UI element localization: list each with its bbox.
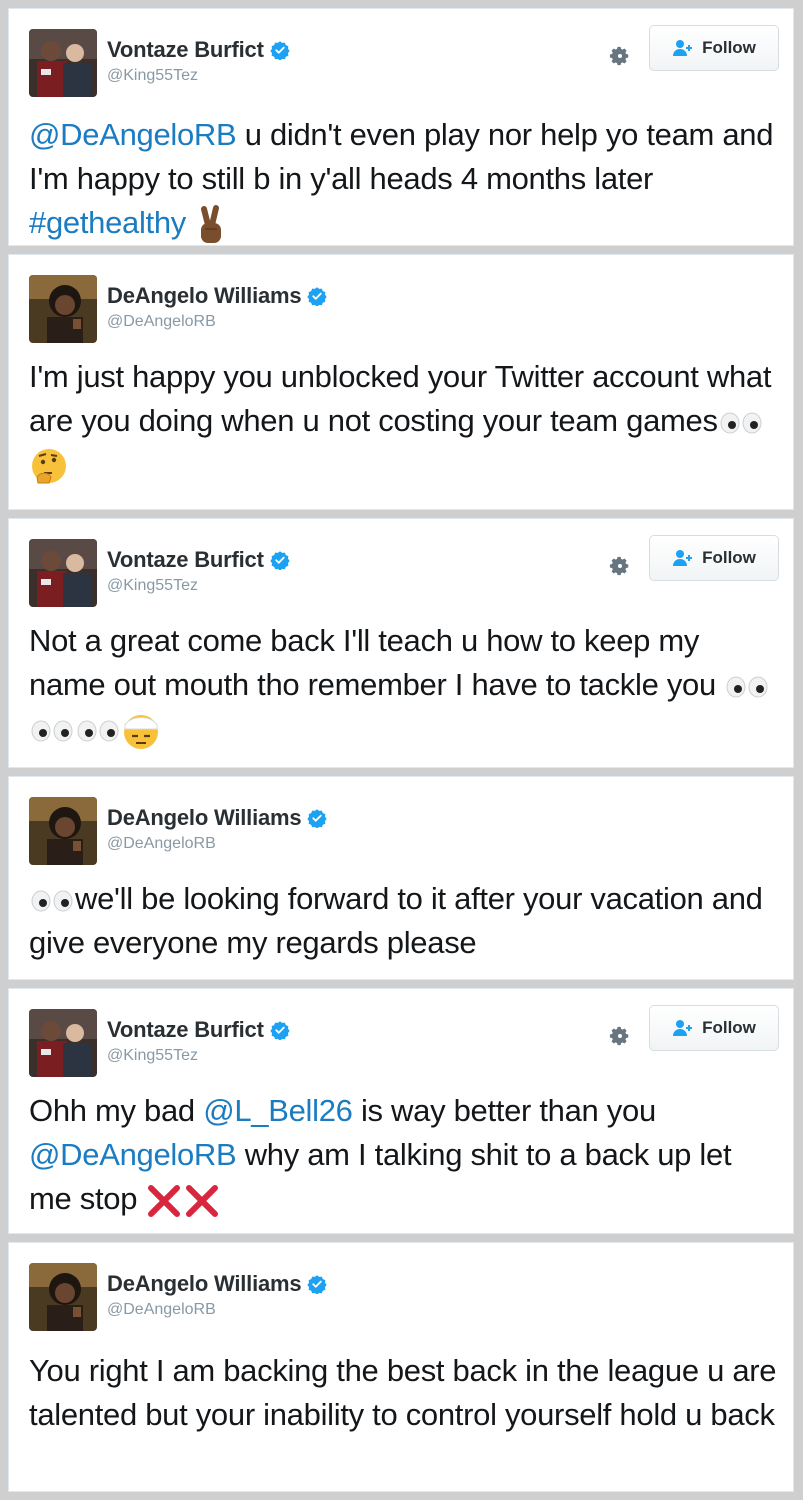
tweet-card: Vontaze Burfict @King55Tez Follow @DeAngelo… [8, 8, 794, 246]
user-name-row: DeAngelo Williams [107, 805, 328, 831]
user-name-row: DeAngelo Williams [107, 283, 328, 309]
eyes-emoji [75, 711, 121, 746]
mention-link[interactable]: @DeAngeloRB [29, 117, 237, 152]
tweet-card: Vontaze Burfict @King55Tez Follow Ohh my ba… [8, 988, 794, 1234]
user-handle[interactable]: @DeAngeloRB [107, 313, 216, 331]
face-with-head-bandage-emoji [121, 711, 161, 749]
tweet-text-segment: I'm just happy you unblocked your Twitte… [29, 359, 772, 438]
avatar[interactable] [29, 275, 97, 343]
gear-icon[interactable] [609, 555, 631, 577]
tweet-text-segment: Not a great come back I'll teach u how t… [29, 623, 725, 702]
tweet-text-segment: Ohh my bad [29, 1093, 204, 1128]
tweet-card: DeAngelo Williams @DeAngeloRB You right I … [8, 1242, 794, 1492]
follow-button[interactable]: Follow [649, 25, 779, 71]
follow-label: Follow [702, 38, 756, 57]
verified-badge-icon [307, 808, 328, 828]
verified-badge-icon [307, 286, 328, 306]
user-display-name[interactable]: DeAngelo Williams [107, 1271, 302, 1297]
gear-icon[interactable] [609, 1025, 631, 1047]
follow-label: Follow [702, 1018, 756, 1037]
victory-hand-emoji [194, 204, 228, 243]
tweet-text-segment: we'll be looking forward to it after you… [29, 881, 763, 960]
tweet-text: Ohh my bad @L_Bell26 is way better than … [29, 1089, 779, 1221]
follow-button[interactable]: Follow [649, 535, 779, 581]
follow-user-icon [672, 39, 694, 57]
cross-mark-emoji [145, 1181, 183, 1217]
user-name-row: Vontaze Burfict [107, 1017, 290, 1043]
eyes-emoji [29, 711, 75, 746]
eyes-emoji [724, 667, 770, 702]
tweet-text: @DeAngeloRB u didn't even play nor help … [29, 113, 779, 245]
user-name-row: DeAngelo Williams [107, 1271, 328, 1297]
mention-link[interactable]: @L_Bell26 [203, 1093, 353, 1128]
user-name-row: Vontaze Burfict [107, 37, 290, 63]
follow-button[interactable]: Follow [649, 1005, 779, 1051]
verified-badge-icon [270, 40, 290, 60]
user-display-name[interactable]: DeAngelo Williams [107, 283, 302, 309]
user-handle[interactable]: @DeAngeloRB [107, 835, 216, 853]
tweet-text-segment: You right I am backing the best back in … [29, 1353, 777, 1432]
user-display-name[interactable]: Vontaze Burfict [107, 37, 264, 63]
tweet-text-segment: is way better than you [352, 1093, 656, 1128]
avatar[interactable] [29, 539, 97, 607]
user-display-name[interactable]: DeAngelo Williams [107, 805, 302, 831]
eyes-emoji [718, 403, 764, 438]
user-handle[interactable]: @King55Tez [107, 577, 198, 595]
avatar[interactable] [29, 29, 97, 97]
verified-badge-icon [307, 1274, 328, 1294]
follow-label: Follow [702, 548, 756, 567]
tweet-text: Not a great come back I'll teach u how t… [29, 619, 779, 751]
hashtag-link[interactable]: #gethealthy [29, 205, 186, 240]
user-display-name[interactable]: Vontaze Burfict [107, 1017, 264, 1043]
user-handle[interactable]: @DeAngeloRB [107, 1301, 216, 1319]
avatar[interactable] [29, 1263, 97, 1331]
tweet-text: You right I am backing the best back in … [29, 1349, 779, 1437]
user-handle[interactable]: @King55Tez [107, 1047, 198, 1065]
tweet-text: I'm just happy you unblocked your Twitte… [29, 355, 779, 487]
avatar[interactable] [29, 797, 97, 865]
thinking-face-emoji [29, 447, 69, 484]
user-display-name[interactable]: Vontaze Burfict [107, 547, 264, 573]
gear-icon[interactable] [609, 45, 631, 67]
verified-badge-icon [270, 1020, 290, 1040]
follow-user-icon [672, 1019, 694, 1037]
verified-badge-icon [270, 550, 290, 570]
eyes-emoji [29, 881, 75, 916]
tweet-card: DeAngelo Williams @DeAngeloRB I'm just hap… [8, 254, 794, 510]
tweet-text: we'll be looking forward to it after you… [29, 877, 779, 965]
user-name-row: Vontaze Burfict [107, 547, 290, 573]
user-handle[interactable]: @King55Tez [107, 67, 198, 85]
avatar[interactable] [29, 1009, 97, 1077]
cross-mark-emoji [183, 1181, 221, 1217]
follow-user-icon [672, 549, 694, 567]
tweet-card: DeAngelo Williams @DeAngeloRB we'll be loo… [8, 776, 794, 980]
mention-link[interactable]: @DeAngeloRB [29, 1137, 237, 1172]
tweet-card: Vontaze Burfict @King55Tez Follow Not a gre… [8, 518, 794, 768]
